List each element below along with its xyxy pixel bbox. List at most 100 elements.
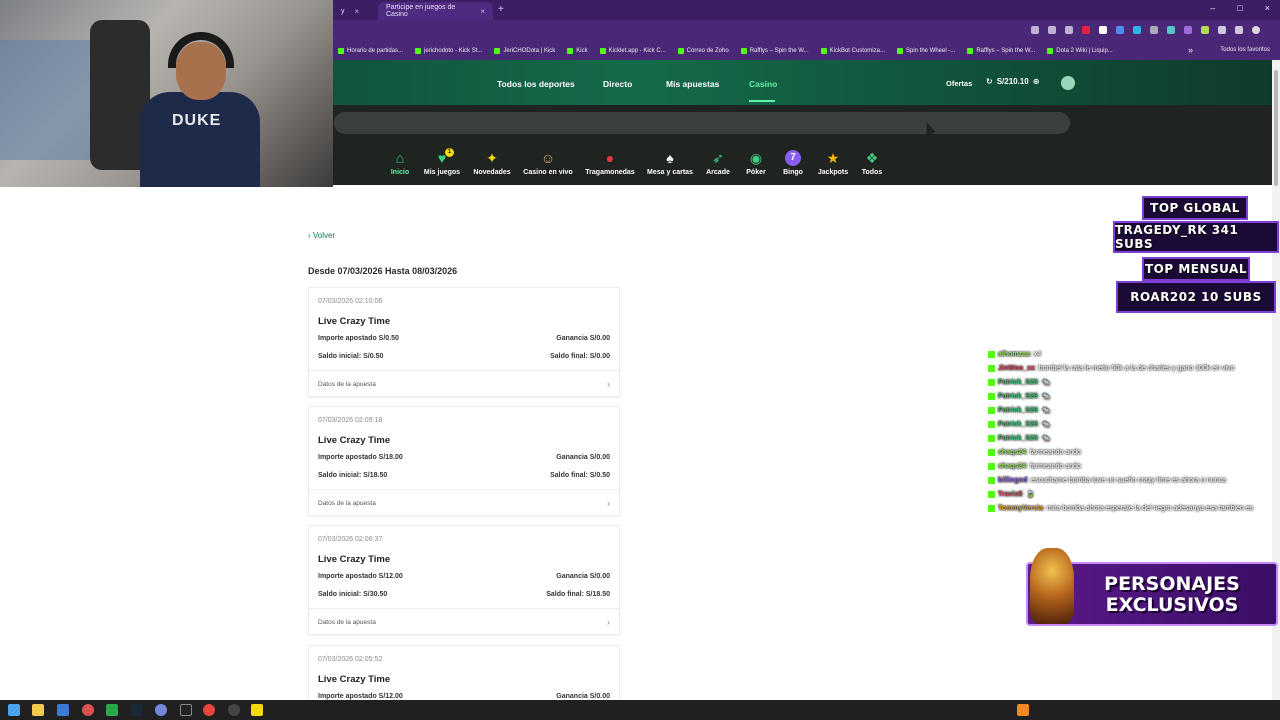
bookmark[interactable]: jerichodoto - Kick St... <box>415 48 482 54</box>
bookmark[interactable]: Rafflys – Spin the W... <box>740 48 809 54</box>
kicklet-icon <box>599 48 606 54</box>
app-icon[interactable] <box>228 704 240 716</box>
chevron-right-icon[interactable]: › <box>607 498 610 508</box>
bookmark-icon <box>415 48 422 54</box>
close-tab-icon[interactable]: × <box>480 7 485 16</box>
kick-badge-icon <box>988 350 995 358</box>
bet-amount: Importe apostado S/12.00 <box>318 573 403 580</box>
category-label: Tragamonedas <box>585 169 635 176</box>
category-novedades[interactable]: ✦ Novedades <box>462 150 522 176</box>
date-range-heading: Desde 07/03/2026 Hasta 08/03/2026 <box>308 266 458 276</box>
browser-tab-active[interactable]: Participe en juegos de Casino × <box>378 2 493 20</box>
promo-character-icon <box>1030 548 1074 624</box>
file-explorer-icon[interactable] <box>32 704 44 716</box>
bookmark-star-icon[interactable] <box>1065 26 1073 34</box>
steam-icon[interactable] <box>131 704 143 716</box>
obs-icon[interactable] <box>180 704 192 716</box>
nav-todos-deportes[interactable]: Todos los deportes <box>497 79 575 89</box>
user-profile-icon[interactable] <box>1061 76 1075 90</box>
dealer-icon: ☺ <box>540 150 556 166</box>
bookmark[interactable]: Horario de partidas... <box>338 48 403 54</box>
chip-icon: ◉ <box>749 150 763 166</box>
zoom-icon[interactable] <box>1031 26 1039 34</box>
chrome-icon[interactable] <box>203 704 215 716</box>
bookmark[interactable]: Correo de Zoho <box>677 48 729 54</box>
add-funds-icon[interactable]: ⊕ <box>1033 77 1040 86</box>
category-casino-en-vivo[interactable]: ☺ Casino en vivo <box>518 150 578 176</box>
browser-tab[interactable]: y × <box>333 2 373 20</box>
bet-details-link[interactable]: Datos de la apuesta <box>318 381 376 388</box>
app-icon[interactable] <box>251 704 263 716</box>
bookmark[interactable]: Spin the Wheel -... <box>896 48 955 54</box>
bet-date: 07/03/2026 02:10:06 <box>318 298 383 305</box>
app-icon[interactable] <box>57 704 69 716</box>
extension-purple-icon[interactable] <box>1184 26 1192 34</box>
webcam-streamer-body <box>140 92 260 187</box>
extension-white-icon[interactable] <box>1099 26 1107 34</box>
bookmark[interactable]: Kicklet.app - Kick C... <box>599 48 666 54</box>
discord-icon[interactable] <box>155 704 167 716</box>
webcam-background <box>0 40 90 160</box>
refresh-icon[interactable]: ↻ <box>986 77 993 86</box>
bookmark[interactable]: Kick <box>567 48 588 54</box>
ofertas-button[interactable]: Ofertas <box>940 77 978 90</box>
excel-icon[interactable] <box>106 704 118 716</box>
balance-display[interactable]: ↻ S/210.10 ⊕ <box>986 77 1039 86</box>
category-tragamonedas[interactable]: ● Tragamonedas <box>580 150 640 176</box>
bet-game: Live Crazy Time <box>318 316 391 327</box>
top-global-user-banner: TRAGEDY_RK 341 SUBS <box>1113 221 1279 253</box>
chat-text: : 🐀 <box>1037 407 1051 414</box>
chat-username: Patrick_S26 <box>998 407 1038 414</box>
profile-avatar-icon[interactable] <box>1252 26 1260 34</box>
chat-message: Travis8: 🍃 <box>988 488 1278 502</box>
category-label: Novedades <box>473 169 511 176</box>
category-todos[interactable]: ❖ Todos <box>842 150 902 176</box>
notification-icon[interactable] <box>1017 704 1029 716</box>
minimize-icon[interactable]: – <box>1210 3 1215 13</box>
bet-details-link[interactable]: Datos de la apuesta <box>318 619 376 626</box>
initial-balance: Saldo inicial: S/30.50 <box>318 591 388 598</box>
opera-icon[interactable] <box>82 704 94 716</box>
all-bookmarks-folder[interactable]: Todos los favoritos <box>1220 47 1270 53</box>
chevron-right-icon[interactable]: › <box>607 617 610 627</box>
extension-cyan-icon[interactable] <box>1133 26 1141 34</box>
chat-text: : farmeando ando <box>1026 463 1081 470</box>
chat-text: : 🍃 <box>1022 491 1035 498</box>
menu-icon[interactable] <box>1235 26 1243 34</box>
more-bookmarks-icon[interactable]: » <box>1188 45 1193 55</box>
rocket-icon: ➶ <box>712 150 724 166</box>
kick-badge-icon <box>988 490 995 498</box>
nav-casino[interactable]: Casino <box>749 79 777 89</box>
chat-username: shaqs24 <box>998 463 1027 470</box>
category-label: Inicio <box>390 169 410 176</box>
extension-teal-icon[interactable] <box>1167 26 1175 34</box>
new-tab-icon[interactable]: + <box>498 4 504 15</box>
bet-winnings: Ganancia S/0.00 <box>556 573 610 580</box>
close-tab-icon[interactable]: × <box>355 7 360 16</box>
bet-details-link[interactable]: Datos de la apuesta <box>318 500 376 507</box>
bookmark[interactable]: Dota 2 Wiki | Liquip... <box>1047 48 1113 54</box>
bookmark[interactable]: KickBot Customiza... <box>820 48 885 54</box>
nav-mis-apuestas[interactable]: Mis apuestas <box>666 79 719 89</box>
extensions-icon[interactable] <box>1218 26 1226 34</box>
bookmark[interactable]: Rafflys – Spin the W... <box>967 48 1035 54</box>
back-link[interactable]: ‹ Volver <box>308 231 335 240</box>
close-window-icon[interactable]: × <box>1265 3 1270 13</box>
nav-directo[interactable]: Directo <box>603 79 632 89</box>
start-icon[interactable] <box>8 704 20 716</box>
maximize-icon[interactable]: □ <box>1237 3 1242 13</box>
extension-blue-icon[interactable] <box>1116 26 1124 34</box>
cast-icon[interactable] <box>1048 26 1056 34</box>
extension-lime-icon[interactable] <box>1201 26 1209 34</box>
final-balance: Saldo final: S/18.50 <box>546 591 610 598</box>
chevron-right-icon[interactable]: › <box>607 379 610 389</box>
scrollbar-thumb[interactable] <box>1274 70 1278 186</box>
bookmark[interactable]: JeriCHODota | Kick <box>494 48 555 54</box>
extension-red-icon[interactable] <box>1082 26 1090 34</box>
bet-winnings: Ganancia S/0.00 <box>556 693 610 700</box>
chat-message: shaqs24: farmeando ando <box>988 460 1278 474</box>
extension-grey-icon[interactable] <box>1150 26 1158 34</box>
casino-search-input[interactable] <box>334 112 1070 134</box>
chat-text: : 🐀 <box>1037 421 1051 428</box>
chat-message: Patrick_S26: 🐀 <box>988 432 1278 446</box>
